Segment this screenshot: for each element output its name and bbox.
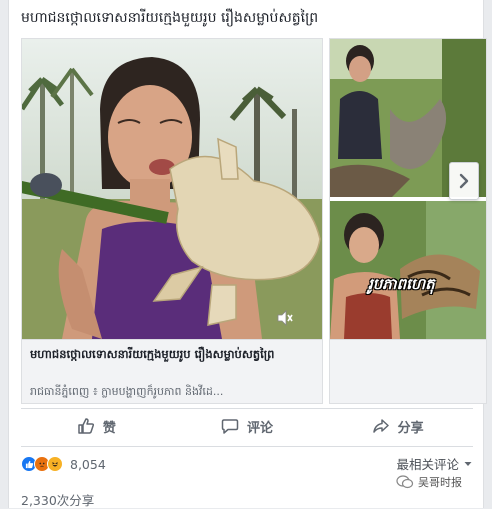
like-button[interactable]: 赞 (21, 410, 172, 442)
reaction-count[interactable]: 8,054 (70, 457, 106, 472)
post-card: មហាជនថ្កោលទោសនារីយក្មេងមួយរូប រឿងសម្លាប់… (8, 0, 487, 509)
comment-sort-dropdown[interactable]: 最相关评论 (396, 454, 473, 473)
card-2-link-info[interactable] (330, 339, 486, 403)
divider (21, 446, 473, 447)
reactions-summary: 8,054 最相关评论 (21, 452, 473, 476)
comment-button[interactable]: 评论 (172, 410, 323, 442)
card-1-link-info[interactable]: មហាជនថ្កោលទោសនារីយក្មេងមួយរូប រឿងសម្លាប់… (22, 339, 322, 403)
share-label: 分享 (397, 420, 424, 436)
carousel-card-1[interactable]: មហាជនថ្កោលទោសនារីយក្មេងមួយរូប រឿងសម្លាប់… (21, 38, 323, 404)
comment-label: 评论 (247, 420, 274, 436)
chevron-right-icon (459, 173, 469, 189)
action-bar: 赞 评论 分享 (21, 410, 473, 442)
share-arrow-icon (372, 419, 389, 433)
card-1-video-thumbnail[interactable] (22, 39, 322, 339)
haha-icon (47, 456, 63, 472)
watermark: 吴哥时报 (396, 474, 462, 490)
card-1-title: មហាជនថ្កោលទោសនារីយក្មេងមួយរូប រឿងសម្លាប់… (30, 347, 275, 361)
shares-count[interactable]: 2,330次分享 (21, 490, 94, 509)
card-1-description: រាជធានីភ្នំពេញ ៖ ក្លាមបង្ហាញក៏រូបភាព និង… (30, 385, 224, 398)
divider (21, 408, 473, 409)
carousel-next-button[interactable] (449, 162, 479, 200)
link-carousel: មហាជនថ្កោលទោសនារីយក្មេងមួយរូប រឿងសម្លាប់… (21, 38, 487, 404)
mute-volume-icon[interactable] (276, 309, 294, 327)
caret-down-icon (464, 461, 472, 466)
reaction-icons[interactable] (21, 456, 63, 472)
like-label: 赞 (102, 420, 116, 436)
comment-icon (221, 419, 239, 434)
carousel-card-2[interactable]: រូបភាពហេតុ (329, 38, 487, 404)
share-button[interactable]: 分享 (322, 410, 473, 442)
comment-sort-label: 最相关评论 (396, 457, 459, 472)
watermark-text: 吴哥时报 (418, 476, 462, 489)
thumbs-up-icon (78, 418, 94, 434)
wechat-logo-icon (396, 475, 414, 489)
card-2-overlay-caption: រូបភាពហេតុ (368, 275, 435, 293)
post-text: មហាជនថ្កោលទោសនារីយក្មេងមួយរូប រឿងសម្លាប់… (21, 10, 319, 26)
